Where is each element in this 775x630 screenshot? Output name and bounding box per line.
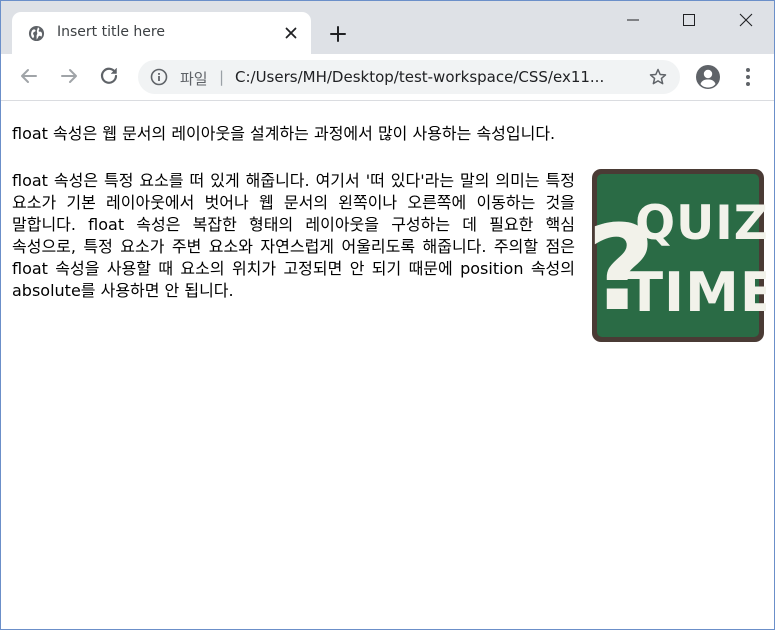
window-minimize-button[interactable] bbox=[610, 7, 656, 33]
quiz-word: QUIZ bbox=[635, 196, 766, 251]
window-close-button[interactable] bbox=[723, 7, 769, 33]
url-text[interactable]: C:/Users/MH/Desktop/test-workspace/CSS/e… bbox=[235, 68, 633, 86]
quiz-time-image: ? QUIZ TIME bbox=[590, 169, 766, 342]
tab-title: Insert title here bbox=[57, 24, 165, 40]
maximize-icon bbox=[683, 14, 695, 26]
close-icon bbox=[739, 13, 753, 27]
account-circle-icon[interactable] bbox=[695, 64, 721, 90]
back-arrow-icon[interactable] bbox=[17, 64, 41, 88]
bookmark-star-icon[interactable] bbox=[648, 67, 668, 87]
address-bar[interactable]: 파일 | C:/Users/MH/Desktop/test-workspace/… bbox=[138, 60, 680, 94]
tab-close-icon[interactable] bbox=[282, 24, 300, 42]
browser-window: Insert title here 파일 | C:/Users/MH/Deskt… bbox=[0, 0, 775, 630]
time-word: TIME bbox=[626, 261, 766, 324]
security-label: 파일 bbox=[180, 70, 208, 88]
browser-toolbar: 파일 | C:/Users/MH/Desktop/test-workspace/… bbox=[1, 54, 774, 101]
globe-icon bbox=[28, 25, 45, 42]
window-maximize-button[interactable] bbox=[666, 7, 712, 33]
page-content: float 속성은 웹 문서의 레이아웃을 설계하는 과정에서 많이 사용하는 … bbox=[1, 101, 774, 629]
forward-arrow-icon[interactable] bbox=[57, 64, 81, 88]
reload-icon[interactable] bbox=[97, 64, 121, 88]
tab-strip: Insert title here bbox=[1, 1, 774, 54]
info-icon[interactable] bbox=[150, 68, 168, 86]
three-dot-menu-icon[interactable] bbox=[740, 65, 756, 89]
omnibox-separator: | bbox=[219, 68, 225, 86]
new-tab-plus-icon[interactable] bbox=[326, 22, 350, 46]
minimize-icon bbox=[627, 19, 639, 21]
paragraph-float: float 속성은 특정 요소를 떠 있게 해줍니다. 여기서 '떠 있다'라는… bbox=[12, 171, 575, 300]
paragraph-intro: float 속성은 웹 문서의 레이아웃을 설계하는 과정에서 많이 사용하는 … bbox=[12, 124, 556, 143]
tab-active[interactable]: Insert title here bbox=[12, 12, 311, 54]
